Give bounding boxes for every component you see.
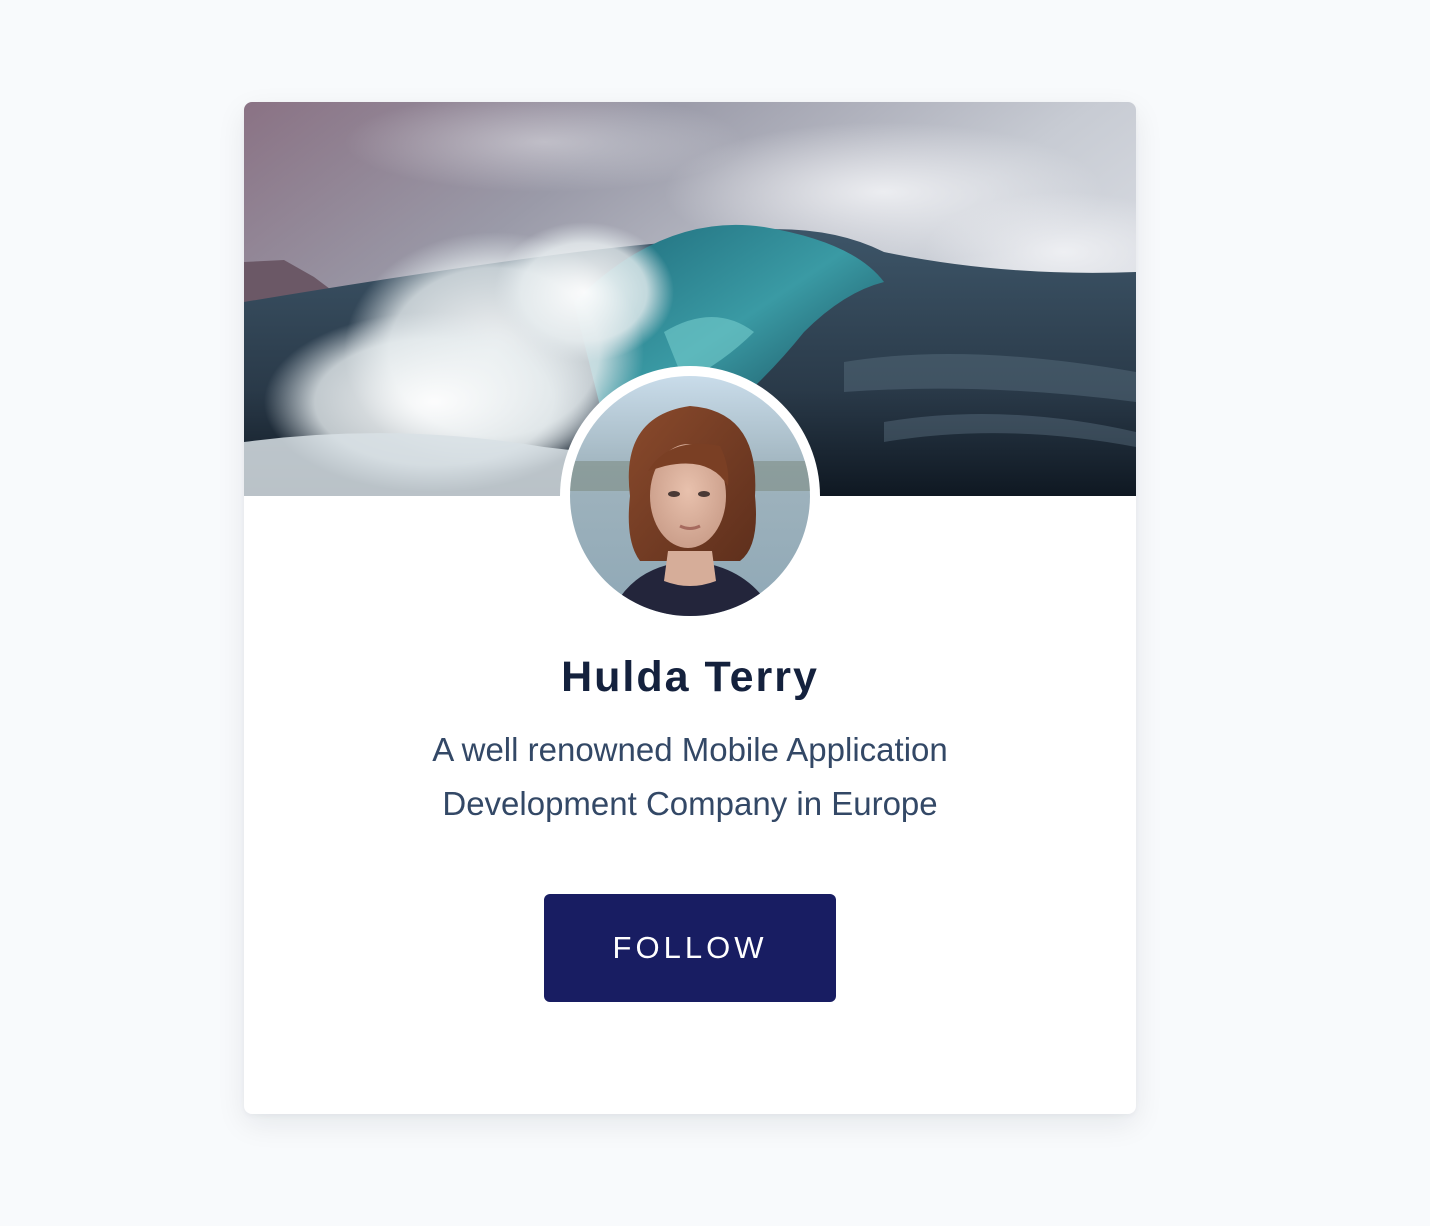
bio-line: A well renowned Mobile Application [432, 731, 948, 768]
avatar-frame [560, 366, 820, 626]
avatar [570, 376, 810, 616]
profile-card: Hulda Terry A well renowned Mobile Appli… [244, 102, 1136, 1114]
bio-line: Development Company in Europe [442, 785, 938, 822]
follow-button[interactable]: FOLLOW [544, 894, 836, 1002]
profile-bio: A well renowned Mobile Application Devel… [390, 723, 990, 831]
profile-name: Hulda Terry [561, 653, 819, 701]
